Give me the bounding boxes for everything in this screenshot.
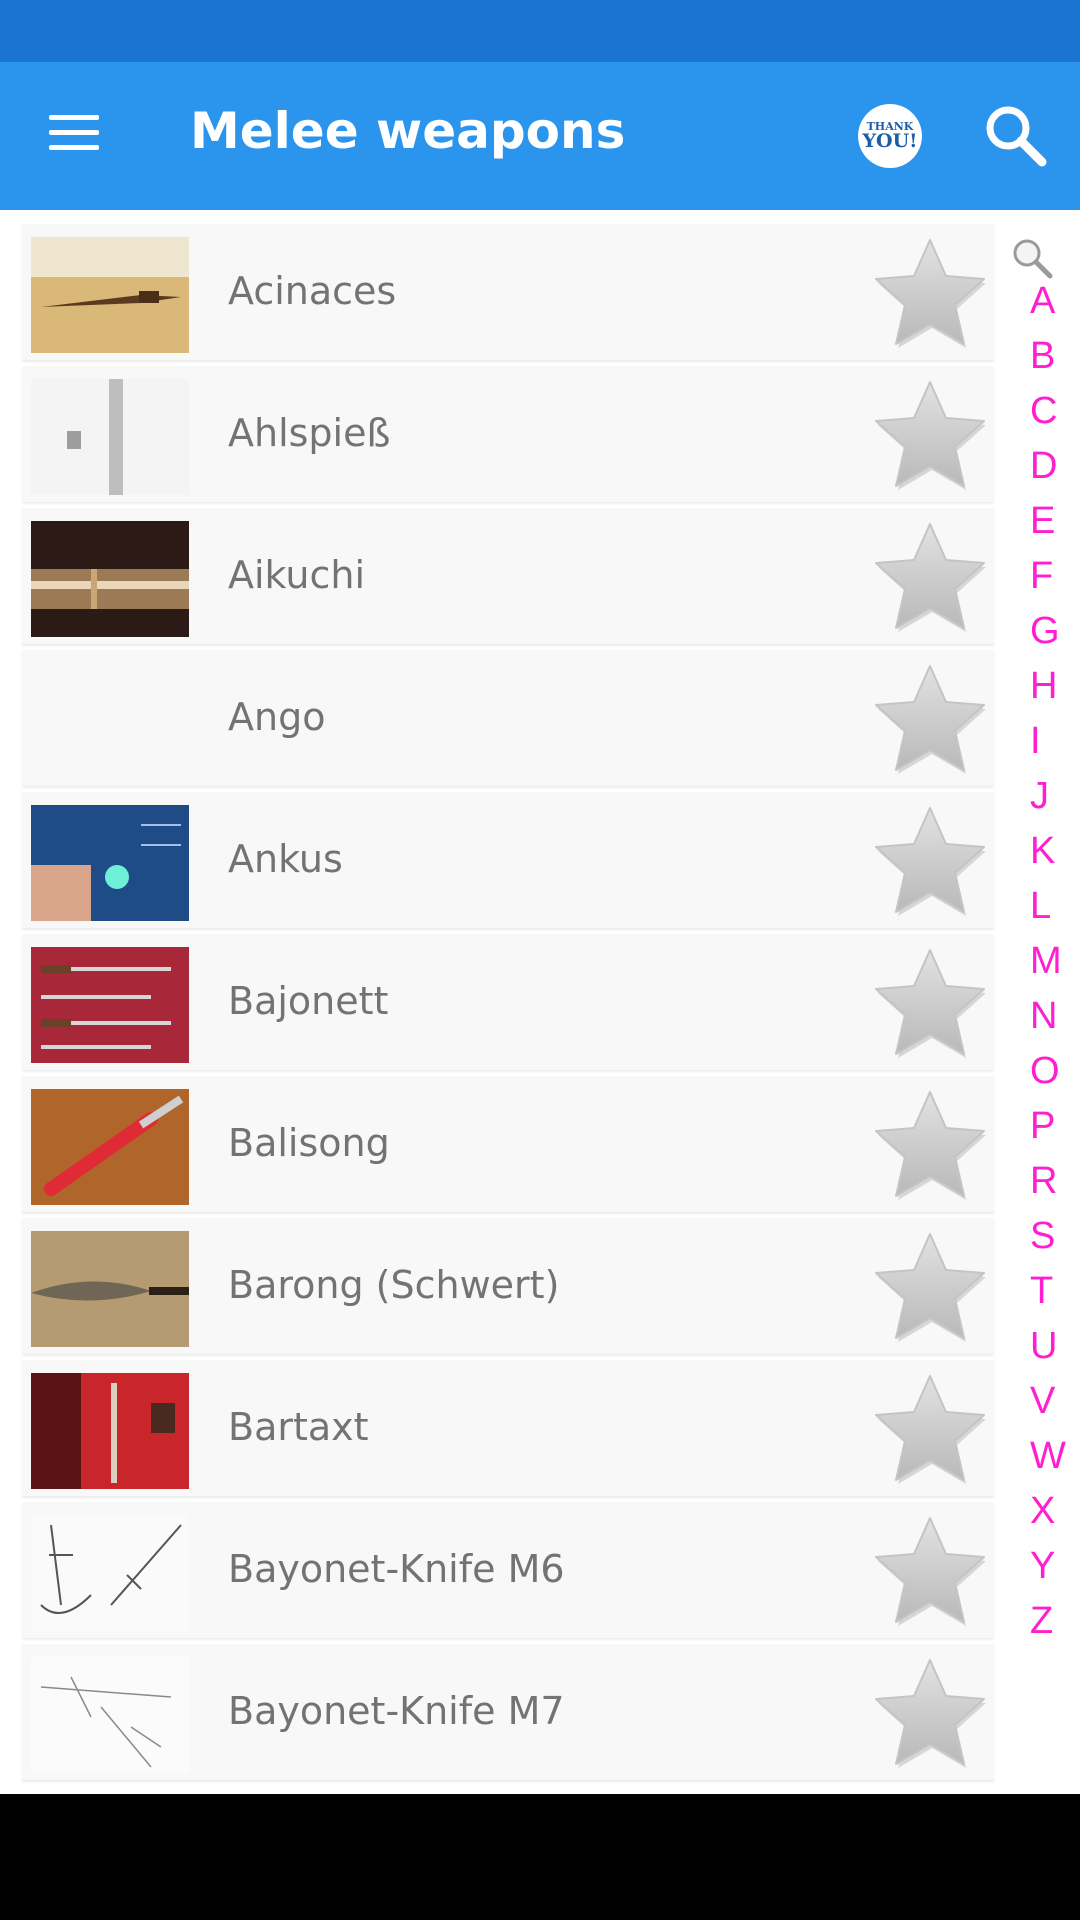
index-letter[interactable]: O	[1006, 1044, 1080, 1099]
list-item[interactable]: Bayonet-Knife M6	[22, 1502, 994, 1638]
item-thumbnail	[31, 1231, 189, 1347]
item-thumbnail	[31, 1373, 189, 1489]
app-bar: Melee weapons THANK YOU!	[0, 62, 1080, 210]
item-label: Ahlspieß	[228, 411, 391, 455]
item-thumbnail	[31, 237, 189, 353]
index-letter[interactable]: A	[1006, 274, 1080, 329]
item-thumbnail	[31, 805, 189, 921]
index-letter[interactable]: T	[1006, 1264, 1080, 1319]
index-letter[interactable]: C	[1006, 384, 1080, 439]
star-icon[interactable]	[868, 660, 992, 778]
status-bar	[0, 0, 1080, 62]
list-item[interactable]: Ankus	[22, 792, 994, 928]
star-icon[interactable]	[868, 802, 992, 920]
list-item[interactable]: Aikuchi	[22, 508, 994, 644]
index-letter[interactable]: N	[1006, 989, 1080, 1044]
index-letter[interactable]: Z	[1006, 1594, 1080, 1649]
index-letter[interactable]: R	[1006, 1154, 1080, 1209]
item-label: Ankus	[228, 837, 343, 881]
menu-icon[interactable]	[40, 98, 108, 166]
index-letter[interactable]: J	[1006, 769, 1080, 824]
list-item[interactable]: Balisong	[22, 1076, 994, 1212]
star-icon[interactable]	[868, 234, 992, 352]
list-item[interactable]: Ahlspieß	[22, 366, 994, 502]
index-letter[interactable]: X	[1006, 1484, 1080, 1539]
list-item[interactable]: Bartaxt	[22, 1360, 994, 1496]
index-letter[interactable]: M	[1006, 934, 1080, 989]
index-letter[interactable]: I	[1006, 714, 1080, 769]
star-icon[interactable]	[868, 944, 992, 1062]
item-label: Bayonet-Knife M7	[228, 1689, 565, 1733]
item-thumbnail	[31, 947, 189, 1063]
item-thumbnail	[31, 1657, 189, 1773]
item-thumbnail	[31, 379, 189, 495]
page-title: Melee weapons	[190, 102, 626, 160]
star-icon[interactable]	[868, 376, 992, 494]
weapon-list-area: Acinaces Ahlspieß Aikuchi Ango Ankus Bajonett…	[0, 210, 1080, 1794]
index-letter[interactable]: B	[1006, 329, 1080, 384]
index-letter[interactable]: G	[1006, 604, 1080, 659]
thank-you-line2: YOU!	[862, 130, 918, 152]
item-thumbnail	[31, 1515, 189, 1631]
list-item[interactable]: Bayonet-Knife M7	[22, 1644, 994, 1780]
list-item[interactable]: Bajonett	[22, 934, 994, 1070]
list-item[interactable]: Ango	[22, 650, 994, 786]
star-icon[interactable]	[868, 1370, 992, 1488]
search-icon[interactable]	[982, 102, 1048, 168]
index-letter[interactable]: D	[1006, 439, 1080, 494]
item-thumbnail	[31, 1089, 189, 1205]
item-label: Barong (Schwert)	[228, 1263, 560, 1307]
star-icon[interactable]	[868, 518, 992, 636]
item-label: Balisong	[228, 1121, 390, 1165]
star-icon[interactable]	[868, 1654, 992, 1772]
index-letter[interactable]: F	[1006, 549, 1080, 604]
list-item[interactable]: Acinaces	[22, 224, 994, 360]
item-label: Aikuchi	[228, 553, 366, 597]
alphabet-index[interactable]: ABCDEFGHIJKLMNOPRSTUVWXYZ	[1006, 274, 1080, 1649]
star-icon[interactable]	[868, 1086, 992, 1204]
item-thumbnail	[31, 663, 189, 779]
item-label: Bayonet-Knife M6	[228, 1547, 565, 1591]
list-item[interactable]: Barong (Schwert)	[22, 1218, 994, 1354]
index-letter[interactable]: H	[1006, 659, 1080, 714]
index-letter[interactable]: K	[1006, 824, 1080, 879]
index-letter[interactable]: V	[1006, 1374, 1080, 1429]
index-letter[interactable]: L	[1006, 879, 1080, 934]
index-letter[interactable]: E	[1006, 494, 1080, 549]
index-letter[interactable]: P	[1006, 1099, 1080, 1154]
index-letter[interactable]: U	[1006, 1319, 1080, 1374]
index-letter[interactable]: S	[1006, 1209, 1080, 1264]
star-icon[interactable]	[868, 1512, 992, 1630]
item-thumbnail	[31, 521, 189, 637]
index-letter[interactable]: W	[1006, 1429, 1080, 1484]
item-label: Bartaxt	[228, 1405, 369, 1449]
item-label: Bajonett	[228, 979, 389, 1023]
item-label: Acinaces	[228, 269, 397, 313]
thank-you-icon[interactable]: THANK YOU!	[858, 104, 922, 168]
navigation-bar	[0, 1794, 1080, 1920]
star-icon[interactable]	[868, 1228, 992, 1346]
item-label: Ango	[228, 695, 326, 739]
index-letter[interactable]: Y	[1006, 1539, 1080, 1594]
